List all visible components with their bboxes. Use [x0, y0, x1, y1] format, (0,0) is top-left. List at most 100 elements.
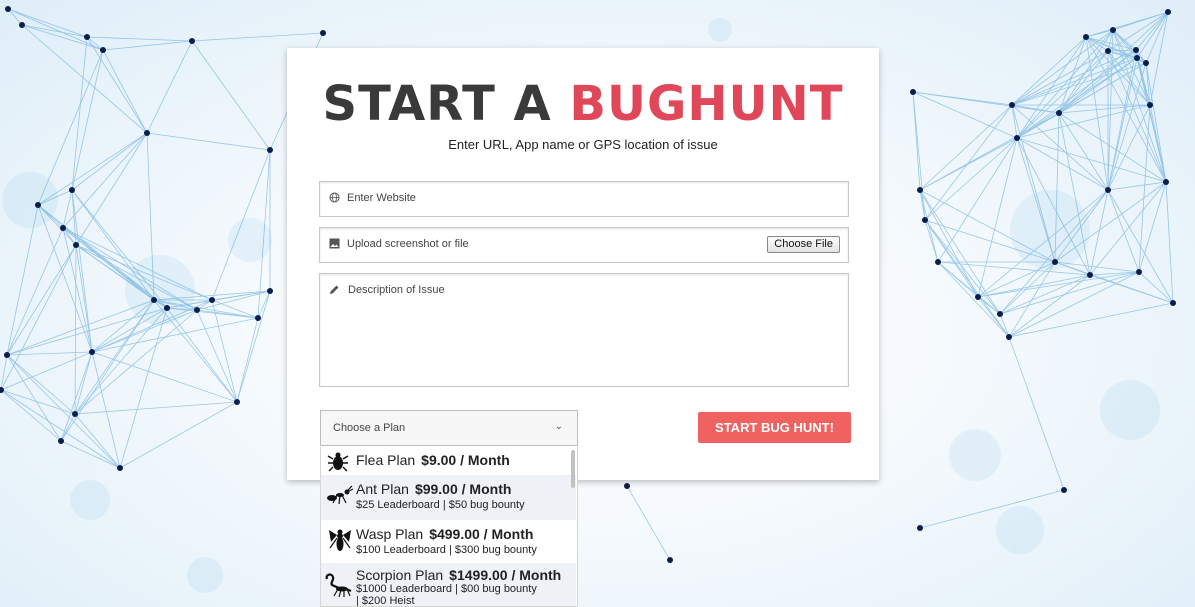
wasp-icon: [327, 526, 353, 559]
network-edge: [999, 313, 1010, 338]
bughunt-form-card: START A BUGHUNT Enter URL, App name or G…: [287, 48, 879, 480]
network-node: [234, 399, 240, 405]
upload-field[interactable]: Upload screenshot or file Choose File: [319, 227, 849, 263]
network-edge: [74, 401, 238, 415]
network-node: [1052, 259, 1058, 265]
plan-dropdown: Flea Plan $9.00 / Month Ant Plan $99.00 / …: [320, 447, 578, 607]
network-node: [1014, 135, 1020, 141]
network-edge: [0, 389, 76, 415]
network-edge: [62, 189, 73, 229]
bokeh-blob: [187, 557, 223, 593]
network-edge: [119, 401, 238, 469]
network-edge: [0, 351, 93, 391]
network-node: [997, 311, 1003, 317]
network-edge: [1135, 11, 1169, 51]
scorpion-icon: [324, 573, 354, 604]
website-input[interactable]: Enter Website: [319, 181, 849, 217]
network-edge: [6, 354, 76, 415]
network-edge: [6, 354, 121, 469]
network-edge: [924, 104, 1013, 221]
network-edge: [236, 317, 259, 403]
network-node: [60, 225, 66, 231]
network-edge: [912, 91, 926, 221]
network-edge: [1085, 36, 1109, 191]
network-node: [255, 315, 261, 321]
network-edge: [1145, 11, 1169, 64]
network-edge: [236, 290, 271, 403]
network-edge: [86, 36, 148, 134]
network-node: [164, 305, 170, 311]
network-edge: [1107, 189, 1140, 273]
network-edge: [1011, 49, 1137, 106]
network-node: [1110, 27, 1116, 33]
network-edge: [1138, 271, 1174, 304]
network-edge: [102, 49, 148, 134]
network-edge: [977, 274, 1091, 298]
network-node: [73, 242, 79, 248]
network-node: [72, 411, 78, 417]
plan-option-flea[interactable]: Flea Plan $9.00 / Month: [321, 447, 576, 475]
image-icon: [329, 238, 340, 249]
start-bug-hunt-button[interactable]: START BUG HUNT!: [698, 412, 851, 443]
plan-name: Scorpion Plan $1499.00 / Month: [356, 567, 562, 583]
network-node: [1163, 179, 1169, 185]
network-edge: [1089, 274, 1174, 304]
network-node: [1105, 187, 1111, 193]
network-edge: [1058, 104, 1151, 114]
network-edge: [1011, 57, 1138, 106]
network-edge: [919, 189, 979, 298]
network-node: [69, 187, 75, 193]
network-edge: [191, 32, 324, 42]
title-accent: BUGHUNT: [569, 76, 844, 132]
network-edge: [60, 440, 121, 469]
network-node: [975, 294, 981, 300]
plan-select-label: Choose a Plan: [333, 422, 406, 434]
plan-select[interactable]: Choose a Plan ⌄: [320, 410, 578, 446]
page-title: START A BUGHUNT: [287, 76, 879, 132]
network-edge: [1165, 181, 1174, 304]
ant-icon: [327, 485, 354, 510]
dropdown-scrollbar[interactable]: [571, 450, 575, 488]
network-edge: [71, 36, 88, 191]
network-edge: [6, 204, 39, 356]
network-edge: [924, 219, 1001, 315]
network-edge: [75, 244, 93, 353]
network-node: [1133, 47, 1139, 53]
network-node: [19, 22, 25, 28]
network-node: [1056, 110, 1062, 116]
bokeh-blob: [949, 429, 1001, 481]
network-node: [267, 147, 273, 153]
network-edge: [7, 8, 104, 51]
plan-details: $1000 Leaderboard | $00 bug bounty: [356, 583, 537, 595]
network-node: [922, 217, 928, 223]
choose-file-button[interactable]: Choose File: [767, 236, 840, 253]
network-node: [1061, 487, 1067, 493]
network-node: [1147, 102, 1153, 108]
network-edge: [626, 485, 671, 561]
network-node: [5, 6, 11, 12]
network-edge: [21, 24, 148, 134]
network-edge: [119, 307, 168, 469]
network-edge: [937, 137, 1018, 263]
network-node: [1136, 269, 1142, 275]
network-node: [1009, 102, 1015, 108]
network-node: [1006, 334, 1012, 340]
network-node: [1134, 55, 1140, 61]
network-node: [935, 259, 941, 265]
network-edge: [1011, 29, 1114, 106]
description-textarea[interactable]: Description of Issue: [319, 273, 849, 387]
plan-option-ant[interactable]: Ant Plan $99.00 / Month $25 Leaderboard |…: [321, 475, 576, 520]
network-edge: [75, 132, 148, 246]
network-edge: [1138, 104, 1151, 273]
network-edge: [1107, 50, 1151, 106]
network-edge: [37, 204, 168, 309]
network-edge: [146, 132, 271, 151]
network-edge: [977, 137, 1018, 298]
network-node: [917, 525, 923, 531]
network-node: [117, 465, 123, 471]
plan-option-scorpion[interactable]: Scorpion Plan $1499.00 / Month $1000 Lead…: [321, 563, 576, 606]
plan-option-wasp[interactable]: Wasp Plan $499.00 / Month $100 Leaderboar…: [321, 520, 576, 563]
network-node: [1083, 34, 1089, 40]
bokeh-blob: [228, 218, 272, 262]
network-edge: [1008, 302, 1174, 338]
